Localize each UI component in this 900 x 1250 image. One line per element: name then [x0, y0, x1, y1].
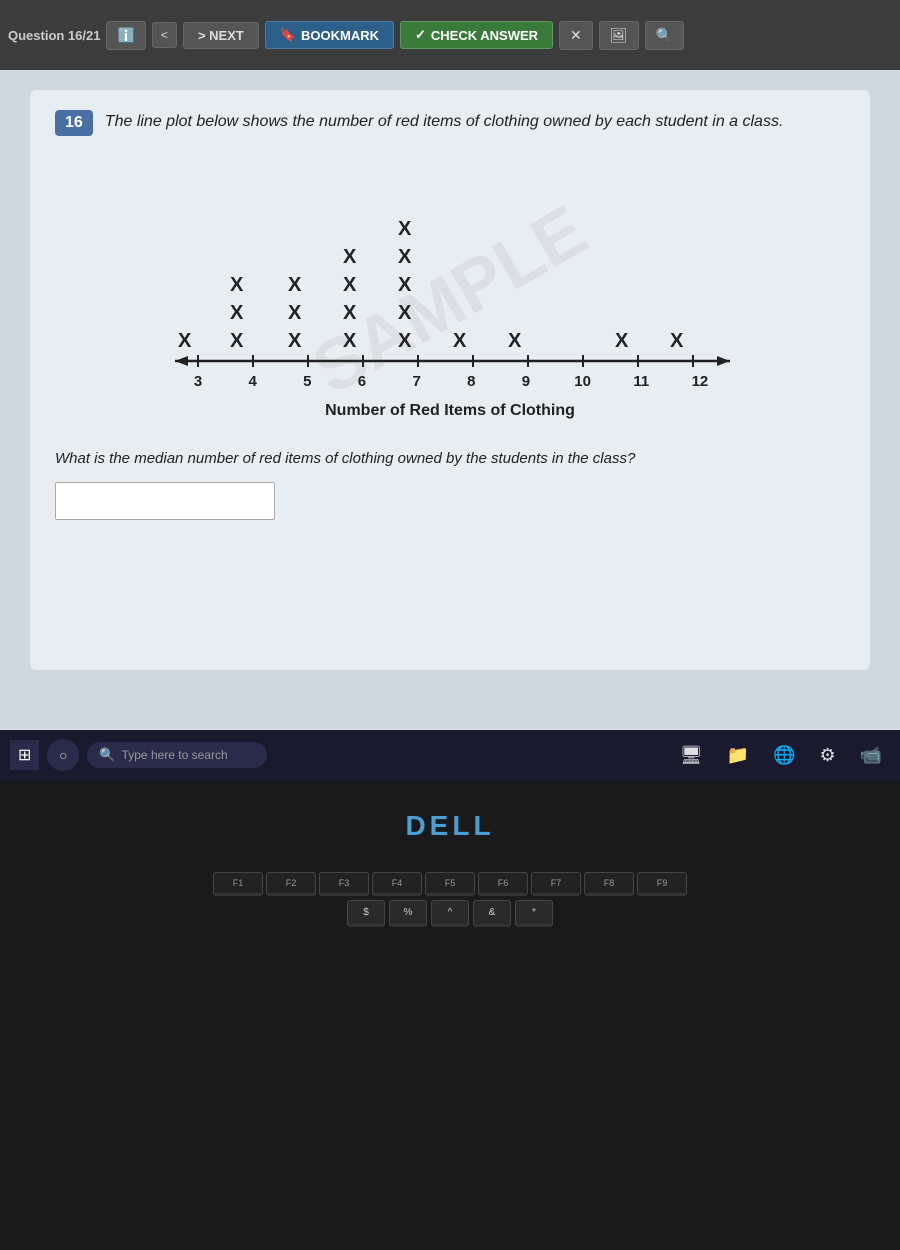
- keyboard-area: F1 F2 F3 F4 F5 F6 F7 F8 F9 $ % ^ & *: [0, 862, 900, 1062]
- alert-icon-btn[interactable]: ℹ️: [106, 21, 145, 50]
- x-mark: X: [398, 303, 411, 323]
- axis-label-4: 4: [243, 373, 263, 390]
- search-icon-btn[interactable]: 🔍: [645, 21, 684, 50]
- search-circle-button[interactable]: ○: [47, 739, 79, 771]
- key-f7[interactable]: F7: [531, 872, 581, 896]
- x-mark: X: [343, 303, 356, 323]
- x-mark: X: [343, 275, 356, 295]
- number-line-svg: [170, 351, 750, 371]
- key-ampersand[interactable]: &: [473, 900, 511, 927]
- x-mark: X: [398, 219, 411, 239]
- x-mark: X: [343, 331, 356, 351]
- x-mark: X: [615, 331, 628, 351]
- question-number-badge: 16: [55, 110, 93, 136]
- x-mark: X: [230, 275, 243, 295]
- x-mark: X: [453, 331, 466, 351]
- x-mark: X: [508, 331, 521, 351]
- fn-key-row: F1 F2 F3 F4 F5 F6 F7 F8 F9: [30, 872, 870, 896]
- question-text: The line plot below shows the number of …: [105, 110, 784, 134]
- question-counter: Question 16/21: [8, 28, 100, 43]
- bookmark-button[interactable]: 🔖 BOOKMARK: [265, 21, 394, 49]
- taskbar: ⊞ ○ 🔍 Type here to search 🖥 📁 🌐 ⚙ 📹: [0, 730, 900, 780]
- axis-label-9: 9: [516, 373, 536, 390]
- x-mark: X: [288, 303, 301, 323]
- axis-label-12: 12: [688, 373, 712, 390]
- answer-input[interactable]: [55, 482, 275, 520]
- search-placeholder-text: Type here to search: [122, 748, 228, 762]
- taskbar-search-bar: 🔍 Type here to search: [87, 742, 267, 768]
- x-mark: X: [288, 275, 301, 295]
- symbol-row: $ % ^ & *: [30, 900, 870, 927]
- number-line-container: 3 4 5 6 7 8 9 10 11 12: [160, 351, 740, 390]
- x-marks-display: X X X X X X X X X X X X X X X X: [160, 166, 740, 351]
- screenshot-icon-btn[interactable]: 🖼: [599, 21, 639, 50]
- browser-toolbar: Question 16/21 ℹ️ < > NEXT 🔖 BOOKMARK ✓ …: [0, 0, 900, 70]
- x-mark: X: [288, 331, 301, 351]
- axis-label-6: 6: [352, 373, 372, 390]
- x-mark: X: [178, 331, 191, 351]
- search-icon: 🔍: [99, 747, 115, 763]
- close-button[interactable]: ✕: [559, 21, 593, 50]
- axis-label-5: 5: [297, 373, 317, 390]
- checkmark-icon: ✓: [415, 27, 426, 43]
- axis-title: Number of Red Items of Clothing: [160, 402, 740, 420]
- x-mark: X: [343, 247, 356, 267]
- bookmark-icon: 🔖: [280, 27, 296, 43]
- taskbar-chrome-icon[interactable]: ⚙: [811, 740, 843, 771]
- axis-label-3: 3: [188, 373, 208, 390]
- key-f1[interactable]: F1: [213, 872, 263, 896]
- key-f4[interactable]: F4: [372, 872, 422, 896]
- taskbar-folder-icon[interactable]: 📁: [719, 740, 757, 771]
- key-f9[interactable]: F9: [637, 872, 687, 896]
- sub-question-text: What is the median number of red items o…: [55, 450, 845, 467]
- key-percent[interactable]: %: [389, 900, 427, 927]
- x-mark: X: [230, 331, 243, 351]
- key-caret[interactable]: ^: [431, 900, 469, 927]
- taskbar-desktop-icon[interactable]: 🖥: [672, 740, 711, 771]
- line-plot-area: X X X X X X X X X X X X X X X X: [160, 166, 740, 420]
- axis-label-10: 10: [571, 373, 595, 390]
- laptop-body: DELL F1 F2 F3 F4 F5 F6 F7 F8 F9 $ % ^ & …: [0, 780, 900, 1250]
- x-mark: X: [398, 247, 411, 267]
- axis-labels: 3 4 5 6 7 8 9 10 11 12: [170, 371, 730, 390]
- key-asterisk[interactable]: *: [515, 900, 553, 927]
- question-header: 16 The line plot below shows the number …: [55, 110, 845, 136]
- axis-label-8: 8: [461, 373, 481, 390]
- question-container: SAMPLE 16 The line plot below shows the …: [30, 90, 870, 670]
- key-f8[interactable]: F8: [584, 872, 634, 896]
- taskbar-browser-icon[interactable]: 🌐: [765, 740, 803, 771]
- key-dollar[interactable]: $: [347, 900, 385, 927]
- taskbar-video-icon[interactable]: 📹: [852, 740, 890, 771]
- start-button[interactable]: ⊞: [10, 740, 39, 770]
- key-f6[interactable]: F6: [478, 872, 528, 896]
- x-mark: X: [670, 331, 683, 351]
- axis-label-7: 7: [407, 373, 427, 390]
- main-content-area: SAMPLE 16 The line plot below shows the …: [0, 70, 900, 730]
- x-mark: X: [398, 331, 411, 351]
- nav-next-button[interactable]: > NEXT: [183, 22, 259, 49]
- dell-logo: DELL: [405, 810, 494, 842]
- axis-label-11: 11: [629, 373, 653, 390]
- key-f2[interactable]: F2: [266, 872, 316, 896]
- key-f3[interactable]: F3: [319, 872, 369, 896]
- key-f5[interactable]: F5: [425, 872, 475, 896]
- check-answer-button[interactable]: ✓ CHECK ANSWER: [400, 21, 553, 49]
- x-mark: X: [230, 303, 243, 323]
- nav-back-button[interactable]: <: [152, 22, 177, 48]
- x-mark: X: [398, 275, 411, 295]
